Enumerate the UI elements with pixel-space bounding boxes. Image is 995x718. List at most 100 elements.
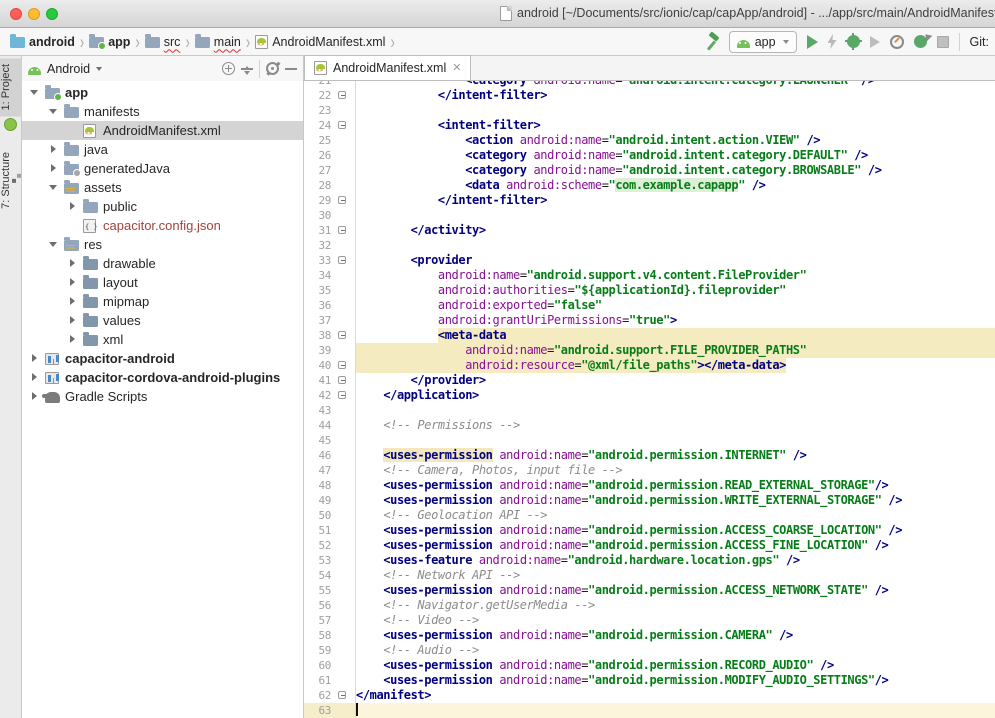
code-line[interactable]: 63 <box>304 703 995 718</box>
code-line[interactable]: 22 </intent-filter> <box>304 88 995 103</box>
code-line[interactable]: 21 <category android:name="android.inten… <box>304 81 995 88</box>
tree-item-public[interactable]: public <box>22 197 303 216</box>
chevron-collapsed-icon[interactable] <box>66 333 79 346</box>
project-view-selector[interactable]: Android <box>47 62 90 76</box>
attach-debugger-icon[interactable] <box>914 35 927 48</box>
code-line[interactable]: 39 android:name="android.support.FILE_PR… <box>304 343 995 358</box>
code-line[interactable]: 27 <category android:name="android.inten… <box>304 163 995 178</box>
tree-item-mipmap[interactable]: mipmap <box>22 292 303 311</box>
line-number[interactable]: 33 <box>304 253 334 268</box>
line-number[interactable]: 53 <box>304 553 334 568</box>
line-number[interactable]: 37 <box>304 313 334 328</box>
breadcrumb-item-android[interactable]: android <box>8 35 77 49</box>
tool-window-tab-project[interactable]: 1: Project <box>0 58 22 116</box>
code-line[interactable]: 30 <box>304 208 995 223</box>
chevron-collapsed-icon[interactable] <box>47 162 60 175</box>
line-number[interactable]: 51 <box>304 523 334 538</box>
line-number[interactable]: 26 <box>304 148 334 163</box>
line-number[interactable]: 43 <box>304 403 334 418</box>
code-line[interactable]: 41 </provider> <box>304 373 995 388</box>
chevron-collapsed-icon[interactable] <box>66 314 79 327</box>
line-number[interactable]: 57 <box>304 613 334 628</box>
line-number[interactable]: 32 <box>304 238 334 253</box>
code-line[interactable]: 37 android:grantUriPermissions="true"> <box>304 313 995 328</box>
code-line[interactable]: 60 <uses-permission android:name="androi… <box>304 658 995 673</box>
code-line[interactable]: 47 <!-- Camera, Photos, input file --> <box>304 463 995 478</box>
window-minimize-button[interactable] <box>28 8 40 20</box>
line-number[interactable]: 23 <box>304 103 334 118</box>
line-number[interactable]: 41 <box>304 373 334 388</box>
code-line[interactable]: 38 <meta-data <box>304 328 995 343</box>
tree-item-xml[interactable]: xml <box>22 330 303 349</box>
fold-start-icon[interactable] <box>338 256 346 264</box>
chevron-collapsed-icon[interactable] <box>66 276 79 289</box>
run-button[interactable] <box>807 35 818 49</box>
chevron-expanded-icon[interactable] <box>47 238 60 251</box>
editor-tab-androidmanifest[interactable]: AndroidManifest.xml ✕ <box>304 55 471 80</box>
code-line[interactable]: 49 <uses-permission android:name="androi… <box>304 493 995 508</box>
settings-gear-icon[interactable] <box>266 62 279 75</box>
line-number[interactable]: 34 <box>304 268 334 283</box>
code-line[interactable]: 50 <!-- Geolocation API --> <box>304 508 995 523</box>
hide-panel-icon[interactable] <box>285 62 297 75</box>
breadcrumb-item-app[interactable]: app <box>87 35 132 49</box>
code-line[interactable]: 32 <box>304 238 995 253</box>
line-number[interactable]: 49 <box>304 493 334 508</box>
chevron-collapsed-icon[interactable] <box>66 200 79 213</box>
code-line[interactable]: 42 </application> <box>304 388 995 403</box>
tree-item-capacitor-android[interactable]: capacitor-android <box>22 349 303 368</box>
line-number[interactable]: 38 <box>304 328 334 343</box>
chevron-down-icon[interactable] <box>96 67 102 71</box>
chevron-expanded-icon[interactable] <box>47 105 60 118</box>
breadcrumb-item-src[interactable]: src <box>143 35 183 49</box>
tree-item-androidmanifest-xml[interactable]: AndroidManifest.xml <box>22 121 303 140</box>
code-line[interactable]: 59 <!-- Audio --> <box>304 643 995 658</box>
line-number[interactable]: 55 <box>304 583 334 598</box>
code-line[interactable]: 24 <intent-filter> <box>304 118 995 133</box>
code-line[interactable]: 31 </activity> <box>304 223 995 238</box>
tree-item-app[interactable]: app <box>22 83 303 102</box>
tree-item-values[interactable]: values <box>22 311 303 330</box>
code-line[interactable]: 23 <box>304 103 995 118</box>
tree-item-res[interactable]: res <box>22 235 303 254</box>
line-number[interactable]: 60 <box>304 658 334 673</box>
line-number[interactable]: 39 <box>304 343 334 358</box>
code-line[interactable]: 58 <uses-permission android:name="androi… <box>304 628 995 643</box>
chevron-collapsed-icon[interactable] <box>66 257 79 270</box>
code-line[interactable]: 52 <uses-permission android:name="androi… <box>304 538 995 553</box>
line-number[interactable]: 50 <box>304 508 334 523</box>
line-number[interactable]: 48 <box>304 478 334 493</box>
line-number[interactable]: 61 <box>304 673 334 688</box>
line-number[interactable]: 54 <box>304 568 334 583</box>
fold-end-icon[interactable] <box>338 91 346 99</box>
locate-icon[interactable] <box>222 62 235 75</box>
line-number[interactable]: 31 <box>304 223 334 238</box>
breadcrumb-item-androidmanifest-xml[interactable]: AndroidManifest.xml <box>253 35 387 49</box>
code-line[interactable]: 46 <uses-permission android:name="androi… <box>304 448 995 463</box>
line-number[interactable]: 29 <box>304 193 334 208</box>
code-editor[interactable]: 21 <category android:name="android.inten… <box>304 81 995 718</box>
code-line[interactable]: 33 <provider <box>304 253 995 268</box>
window-zoom-button[interactable] <box>46 8 58 20</box>
line-number[interactable]: 27 <box>304 163 334 178</box>
fold-end-icon[interactable] <box>338 376 346 384</box>
code-line[interactable]: 36 android:exported="false" <box>304 298 995 313</box>
tree-item-layout[interactable]: layout <box>22 273 303 292</box>
code-line[interactable]: 57 <!-- Video --> <box>304 613 995 628</box>
fold-end-icon[interactable] <box>338 196 346 204</box>
chevron-collapsed-icon[interactable] <box>66 295 79 308</box>
line-number[interactable]: 59 <box>304 643 334 658</box>
tree-item-drawable[interactable]: drawable <box>22 254 303 273</box>
code-line[interactable]: 53 <uses-feature android:name="android.h… <box>304 553 995 568</box>
build-hammer-icon[interactable] <box>703 34 719 50</box>
run-config-select[interactable]: app <box>729 31 797 53</box>
tool-window-tab-structure[interactable]: 7: Structure <box>0 146 22 215</box>
line-number[interactable]: 56 <box>304 598 334 613</box>
code-line[interactable]: 45 <box>304 433 995 448</box>
debug-button[interactable] <box>847 35 860 48</box>
profiler-icon[interactable] <box>890 35 904 49</box>
code-line[interactable]: 29 </intent-filter> <box>304 193 995 208</box>
fold-start-icon[interactable] <box>338 121 346 129</box>
code-line[interactable]: 34 android:name="android.support.v4.cont… <box>304 268 995 283</box>
line-number[interactable]: 42 <box>304 388 334 403</box>
